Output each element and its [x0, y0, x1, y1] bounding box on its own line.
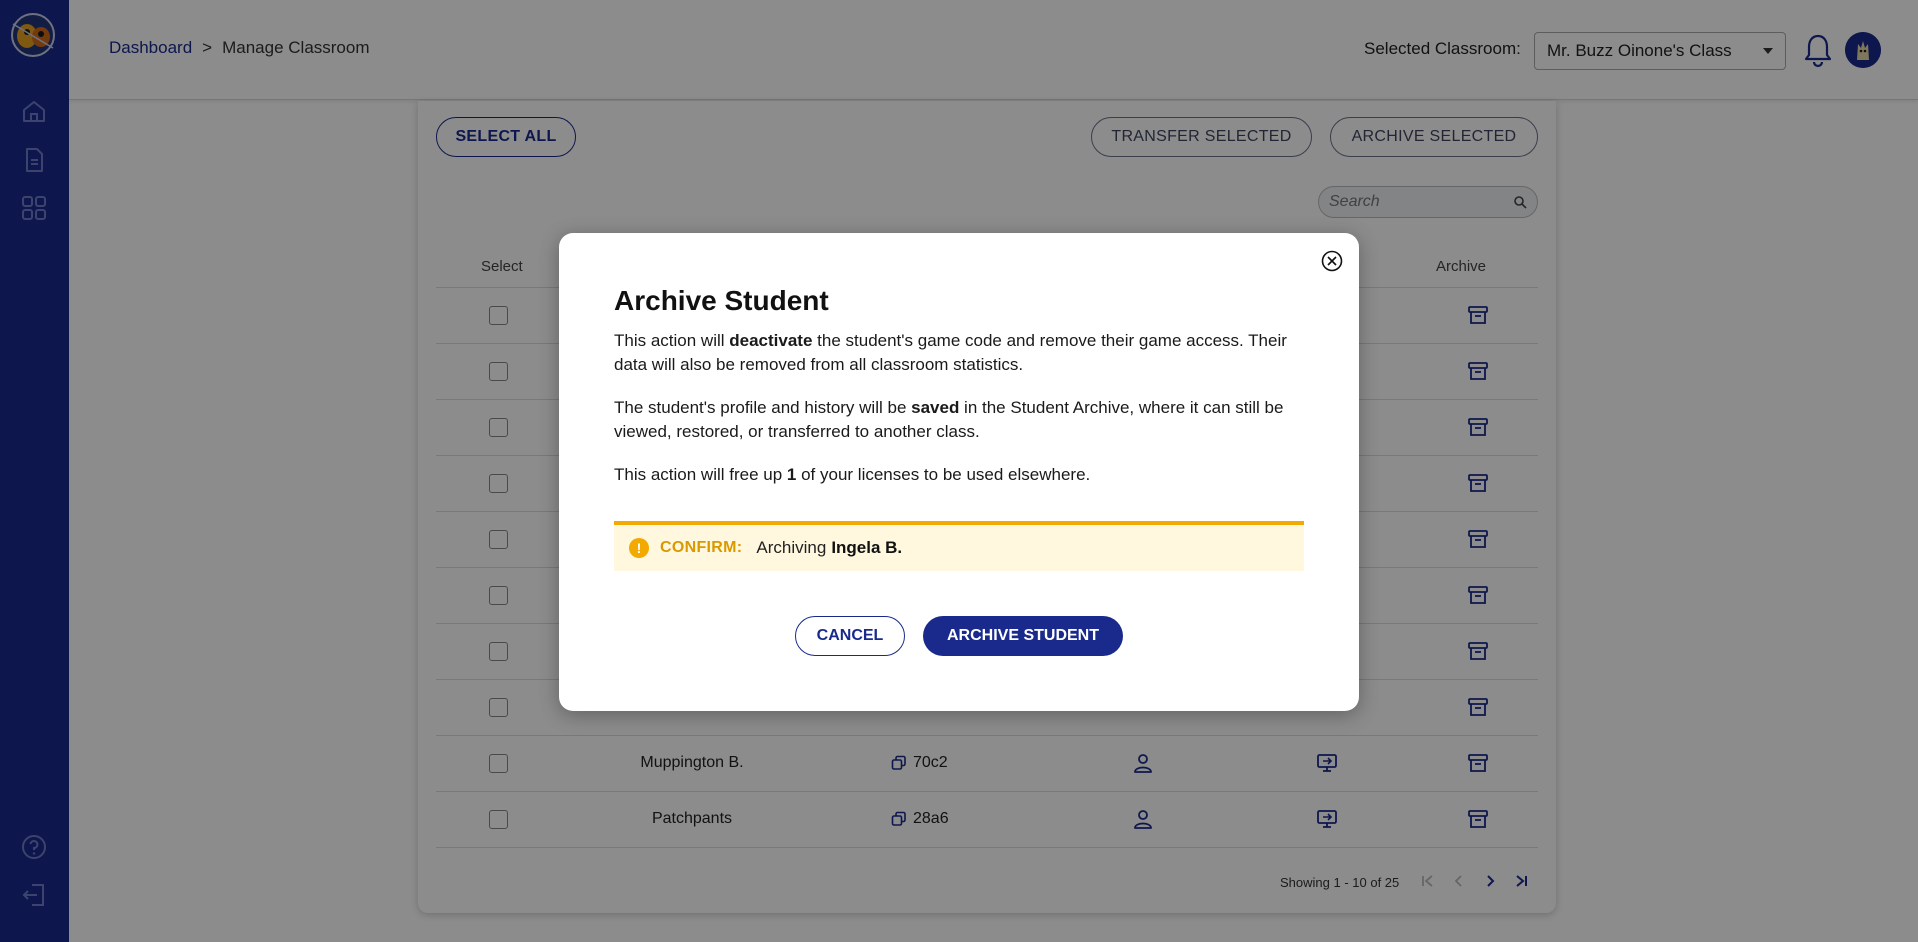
- modal-title: Archive Student: [614, 285, 829, 316]
- close-icon[interactable]: [1321, 250, 1343, 272]
- modal-paragraph-deactivate: This action will deactivate the student'…: [614, 331, 1287, 374]
- confirm-banner: ! CONFIRM: Archiving Ingela B.: [614, 521, 1304, 571]
- modal-paragraph-saved: The student's profile and history will b…: [614, 398, 1284, 441]
- cancel-button[interactable]: CANCEL: [795, 616, 905, 656]
- confirm-label: CONFIRM:: [660, 539, 743, 556]
- archive-student-button[interactable]: ARCHIVE STUDENT: [923, 616, 1123, 656]
- confirm-student-name: Ingela B.: [831, 538, 903, 557]
- modal-paragraph-licenses: This action will free up 1 of your licen…: [614, 465, 1091, 484]
- archive-student-modal: Archive Student This action will deactiv…: [559, 233, 1359, 711]
- warning-icon: !: [629, 538, 649, 558]
- confirm-text: Archiving: [756, 538, 827, 557]
